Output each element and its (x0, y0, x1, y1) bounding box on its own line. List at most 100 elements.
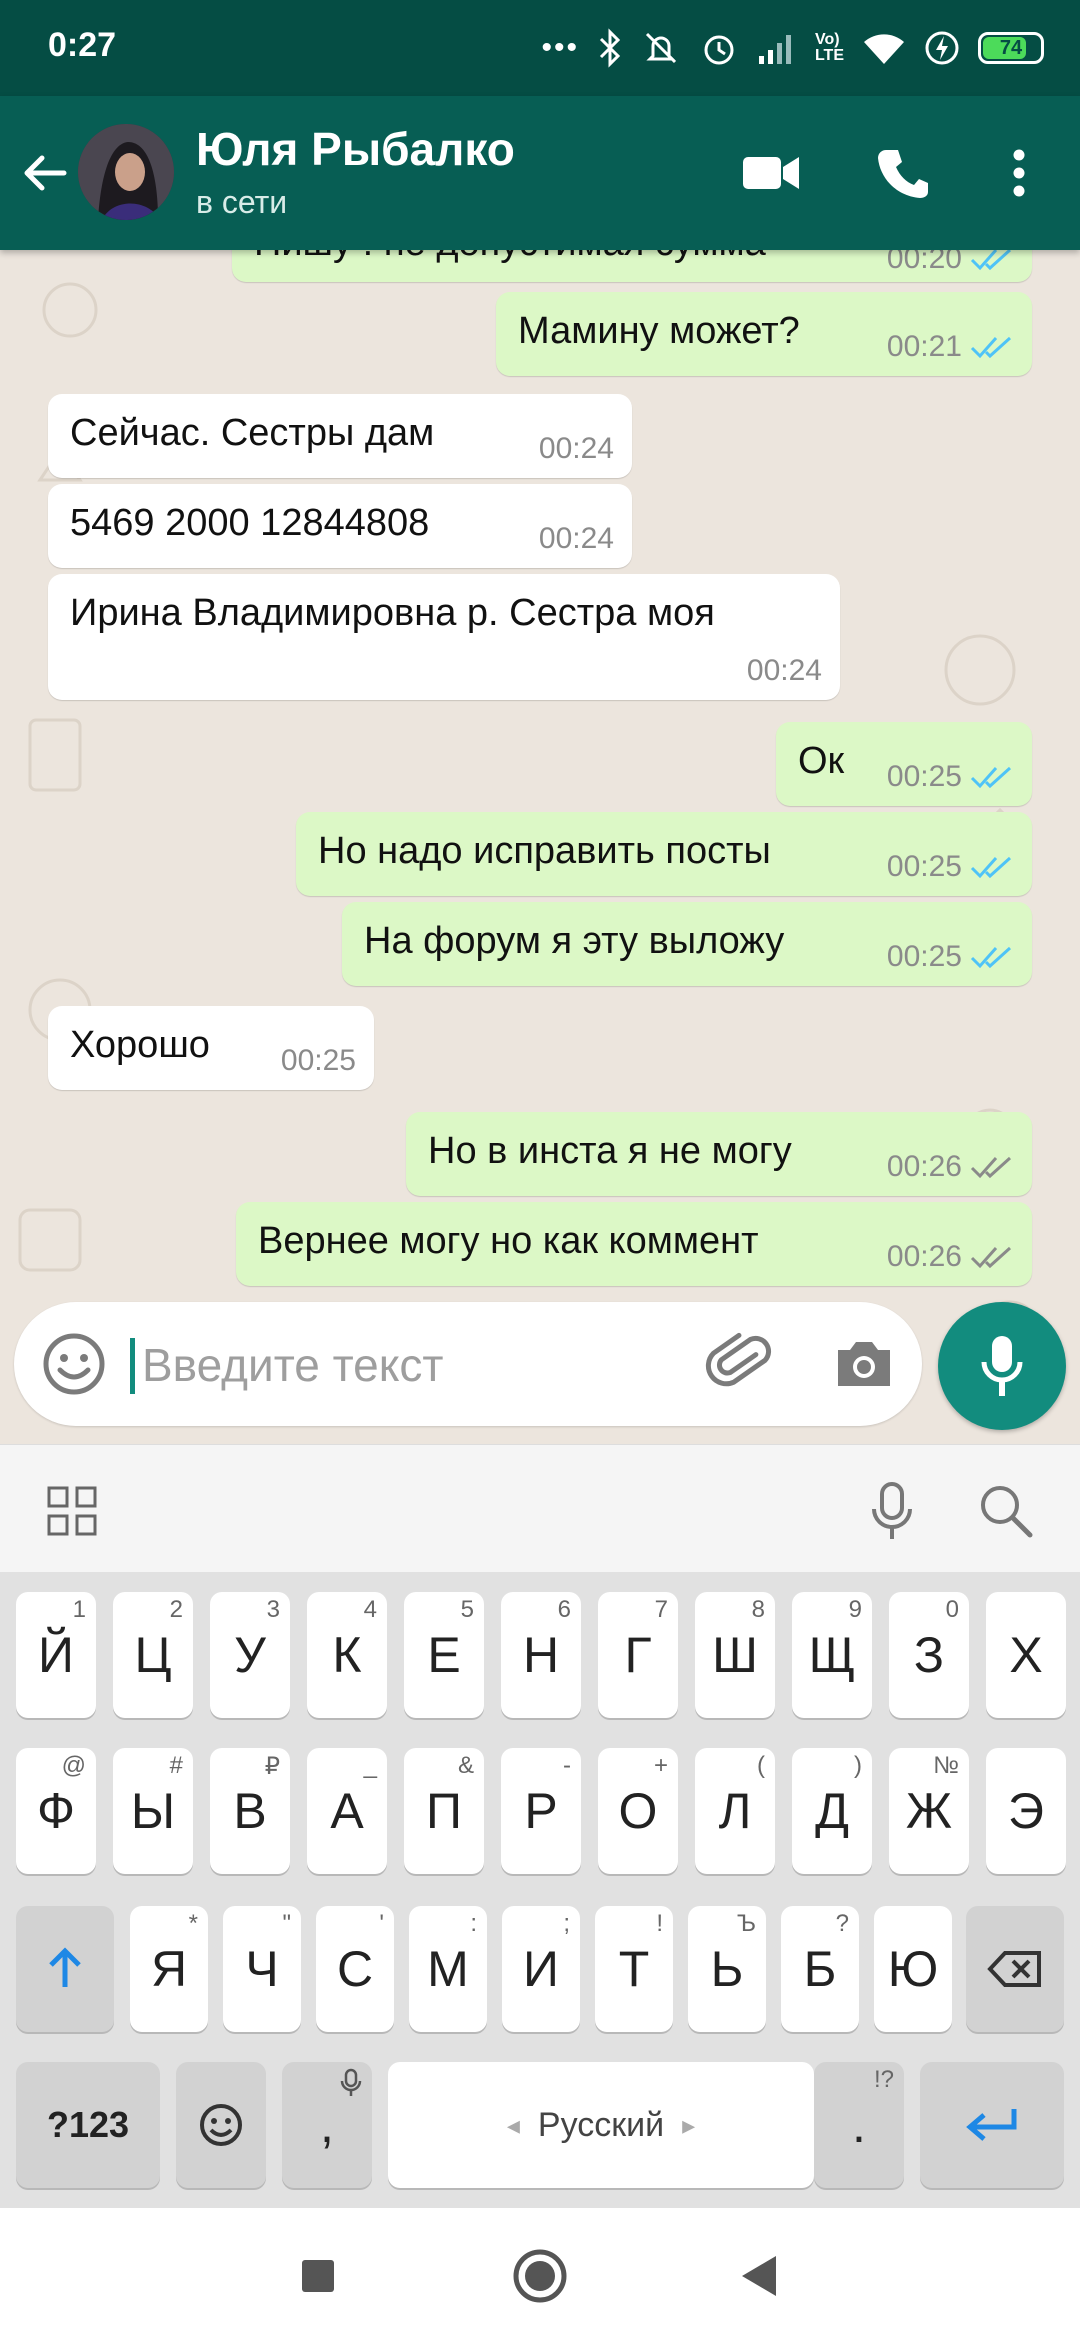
keyboard-voice-icon[interactable] (866, 1481, 918, 1541)
message-bubble[interactable]: Ирина Владимировна р. Сестра моя 00:24 (48, 574, 840, 700)
video-call-button[interactable] (738, 140, 804, 206)
key-row2-4[interactable]: П & (404, 1748, 484, 1874)
key-label: Ж (905, 1783, 953, 1839)
message-bubble[interactable]: Пишу : не допустимая сумма 00:20 (232, 250, 1032, 282)
message-input[interactable]: Введите текст (142, 1338, 443, 1392)
key-row1-0[interactable]: Й1 (16, 1592, 96, 1718)
home-button-icon[interactable] (508, 2244, 572, 2308)
key-row2-8[interactable]: Д) (792, 1748, 872, 1874)
key-row3-5[interactable]: Т! (595, 1906, 673, 2032)
read-ticks-icon (970, 250, 1012, 271)
message-text: Пишу : не допустимая сумма (254, 250, 766, 265)
key-label: И (523, 1941, 559, 1997)
enter-icon (966, 2109, 1017, 2141)
symbols-key[interactable]: ?123 (16, 2062, 160, 2188)
read-ticks-icon (970, 336, 1012, 359)
key-row1-7[interactable]: Ш8 (695, 1592, 775, 1718)
emoji-icon[interactable] (40, 1330, 108, 1398)
message-bubble[interactable]: 5469 2000 12844808 00:24 (48, 484, 632, 568)
volte-icon: Vo) LTE (814, 31, 844, 64)
key-row1-4[interactable]: Е5 (404, 1592, 484, 1718)
message-bubble[interactable]: На форум я эту выложу 00:25 (342, 902, 1032, 986)
key-row3-2[interactable]: С ' (316, 1906, 394, 2032)
key-row1-2[interactable]: У3 (210, 1592, 290, 1718)
key-row3-6[interactable]: ЬЪ (688, 1906, 766, 2032)
space-key[interactable]: ◂ Русский ▸ (388, 2062, 814, 2188)
avatar[interactable] (78, 124, 174, 220)
message-text: На форум я эту выложу (364, 920, 785, 962)
message-meta: 00:24 (539, 522, 614, 556)
message-meta: 00:21 (887, 330, 1014, 364)
message-bubble[interactable]: Но в инста я не могу 00:26 (406, 1112, 1032, 1196)
back-button-icon[interactable] (730, 2244, 794, 2308)
backspace-key[interactable] (966, 1906, 1064, 2032)
message-list[interactable]: Пишу : не допустимая сумма 00:20 Мамину … (0, 250, 1080, 1440)
key-row1-3[interactable]: К4 (307, 1592, 387, 1718)
key-row2-2[interactable]: В ₽ (210, 1748, 290, 1874)
key-row2-5[interactable]: Р- (501, 1748, 581, 1874)
key-row3-7[interactable]: Б? (781, 1906, 859, 2032)
key-row1-5[interactable]: Н6 (501, 1592, 581, 1718)
key-row1-1[interactable]: Ц2 (113, 1592, 193, 1718)
camera-icon[interactable] (832, 1332, 896, 1396)
key-row2-0[interactable]: Ф @ (16, 1748, 96, 1874)
message-bubble[interactable]: Вернее могу но как коммент 00:26 (236, 1202, 1032, 1286)
avatar-image (78, 124, 174, 220)
key-row2-7[interactable]: Л( (695, 1748, 775, 1874)
key-secondary-label: 5 (460, 1596, 474, 1623)
message-meta: 00:24 (747, 654, 822, 688)
message-bubble[interactable]: Ок 00:25 (776, 722, 1032, 806)
key-secondary-label: 0 (945, 1596, 959, 1623)
key-row2-6[interactable]: О + (598, 1748, 678, 1874)
key-row1-6[interactable]: Г7 (598, 1592, 678, 1718)
microphone-icon (981, 1336, 1023, 1396)
key-row2-9[interactable]: Ж № (889, 1748, 969, 1874)
key-row3-3[interactable]: М: (409, 1906, 487, 2032)
more-vert-icon (1013, 149, 1025, 197)
voice-call-button[interactable] (870, 140, 936, 206)
key-secondary-label: 3 (266, 1596, 280, 1623)
voice-record-button[interactable] (938, 1302, 1066, 1430)
key-row2-3[interactable]: А _ (307, 1748, 387, 1874)
message-bubble[interactable]: Сейчас. Сестры дам 00:24 (48, 394, 632, 478)
enter-key[interactable] (920, 2062, 1064, 2188)
key-row1-8[interactable]: Щ9 (792, 1592, 872, 1718)
message-time: 00:26 (886, 1240, 962, 1273)
keyboard-search-icon[interactable] (976, 1481, 1034, 1539)
key-row3-4[interactable]: И; (502, 1906, 580, 2032)
message-text: Вернее могу но как коммент (258, 1220, 759, 1262)
key-row1-10[interactable]: Х (986, 1592, 1066, 1718)
contact-name[interactable]: Юля Рыбалко (196, 122, 515, 176)
key-row3-0[interactable]: Я * (130, 1906, 208, 2032)
message-bubble[interactable]: Хорошо 00:25 (48, 1006, 374, 1090)
comma-key[interactable]: , (282, 2062, 372, 2188)
keyboard-menu-icon[interactable] (46, 1485, 98, 1537)
key-row1-9[interactable]: З0 (889, 1592, 969, 1718)
message-bubble[interactable]: Мамину может? 00:21 (496, 292, 1032, 376)
key-secondary-label: & (457, 1752, 474, 1779)
key-row3-8[interactable]: Ю (874, 1906, 952, 2032)
message-bubble[interactable]: Но надо исправить посты 00:25 (296, 812, 1032, 896)
key-row3-1[interactable]: Ч " (223, 1906, 301, 2032)
message-time: 00:20 (886, 250, 962, 275)
key-row2-10[interactable]: Э (986, 1748, 1066, 1874)
back-arrow-icon[interactable] (18, 146, 72, 200)
shift-key[interactable] (16, 1906, 114, 2032)
key-secondary-label: * (188, 1910, 198, 1937)
battery-icon: 74 (978, 32, 1044, 64)
attach-icon[interactable] (704, 1328, 776, 1400)
period-key[interactable]: . !? (814, 2062, 904, 2188)
delivered-ticks-icon (970, 1156, 1012, 1179)
comma-key-label: , (320, 2097, 334, 2153)
key-row2-1[interactable]: Ы # (113, 1748, 193, 1874)
message-composer[interactable]: Введите текст (14, 1302, 922, 1426)
recents-button-icon[interactable] (286, 2244, 350, 2308)
message-time: 00:26 (886, 1150, 962, 1183)
status-icons: ••• Vo) LTE 74 (541, 22, 1044, 74)
emoji-key[interactable] (176, 2062, 266, 2188)
right-chevron-icon: ▸ (682, 2109, 696, 2140)
message-text: Хорошо (70, 1024, 210, 1066)
key-secondary-label: 6 (557, 1596, 571, 1623)
key-label: Ч (245, 1941, 279, 1997)
menu-button[interactable] (986, 140, 1052, 206)
